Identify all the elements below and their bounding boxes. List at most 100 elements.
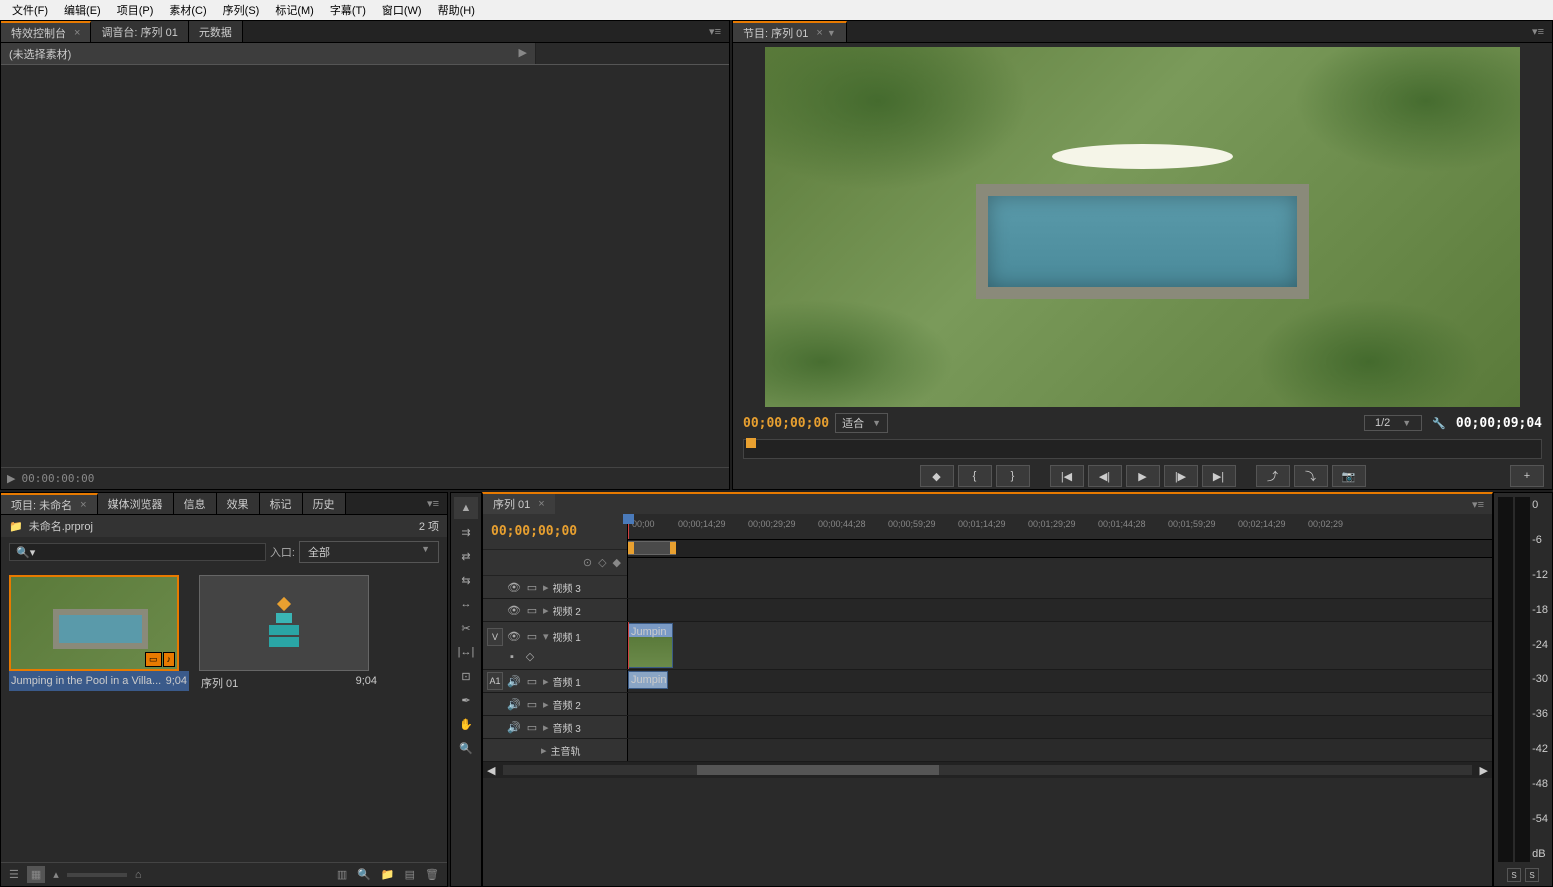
speaker-icon[interactable]: 🔊 xyxy=(507,674,521,688)
tab-history[interactable]: 历史 xyxy=(303,493,346,514)
zoom-bar[interactable] xyxy=(628,540,1492,558)
solo-left-button[interactable]: S xyxy=(1507,868,1521,882)
resolution-dropdown[interactable]: 1/2 ▼ xyxy=(1364,415,1422,431)
zoom-fit-dropdown[interactable]: 适合 ▼ xyxy=(835,413,888,433)
track-header-a2[interactable]: 🔊 ▭ ▸ 音频 2 xyxy=(483,693,628,715)
lock-icon[interactable]: ▭ xyxy=(525,603,539,617)
new-item-icon[interactable]: ▤ xyxy=(403,866,417,883)
lift-button[interactable]: ⤴ xyxy=(1256,465,1290,487)
track-header-a3[interactable]: 🔊 ▭ ▸ 音频 3 xyxy=(483,716,628,738)
razor-tool[interactable]: ✂ xyxy=(454,617,478,639)
expand-icon[interactable]: ▸ xyxy=(543,698,549,711)
tab-program[interactable]: 节目: 序列 01 × ▼ xyxy=(733,21,847,42)
step-back-button[interactable]: ◀| xyxy=(1088,465,1122,487)
track-header-v3[interactable]: 👁 ▭ ▸ 视频 3 xyxy=(483,576,628,598)
a1-target[interactable]: A1 xyxy=(487,672,503,690)
track-header-v2[interactable]: 👁 ▭ ▸ 视频 2 xyxy=(483,599,628,621)
scroll-thumb[interactable] xyxy=(697,765,939,775)
mark-out-button[interactable]: } xyxy=(996,465,1030,487)
speaker-icon[interactable]: 🔊 xyxy=(507,720,521,734)
expand-icon[interactable]: ▸ xyxy=(543,675,549,688)
settings-icon[interactable]: 🔧 xyxy=(1428,417,1450,430)
expand-icon[interactable]: ▸ xyxy=(543,581,549,594)
close-icon[interactable]: × xyxy=(538,498,544,510)
lock-icon[interactable]: ▭ xyxy=(525,674,539,688)
expand-icon[interactable]: ▸ xyxy=(543,604,549,617)
lock-icon[interactable]: ▭ xyxy=(525,580,539,594)
play-button[interactable]: ▶ xyxy=(1126,465,1160,487)
bin-thumbnail[interactable]: ▭♪ xyxy=(9,575,179,671)
expand-icon[interactable]: ▸ xyxy=(543,721,549,734)
list-view-icon[interactable]: ☰ xyxy=(7,866,21,883)
playhead[interactable] xyxy=(628,514,629,539)
menu-title[interactable]: 字幕(T) xyxy=(322,0,374,20)
hand-tool[interactable]: ✋ xyxy=(454,713,478,735)
close-icon[interactable]: × xyxy=(816,27,822,39)
track-header-v1[interactable]: V 👁 ▭ ▾ 视频 1 ▪ ◇ xyxy=(483,622,628,669)
go-to-out-button[interactable]: ▶| xyxy=(1202,465,1236,487)
track-master[interactable] xyxy=(628,739,1492,761)
tab-sequence[interactable]: 序列 01 × xyxy=(483,494,555,514)
zoom-out-icon[interactable]: ▴ xyxy=(51,866,61,883)
dropdown-icon[interactable]: ▼ xyxy=(827,28,836,38)
video-clip[interactable]: Jumpin xyxy=(628,623,673,668)
add-marker-button[interactable]: ◆ xyxy=(920,465,954,487)
track-a3[interactable] xyxy=(628,716,1492,738)
button-editor-icon[interactable]: + xyxy=(1510,465,1544,487)
rate-stretch-tool[interactable]: ↔ xyxy=(454,593,478,615)
bin-item-video[interactable]: ▭♪ Jumping in the Pool in a Villa... 9;0… xyxy=(9,575,189,854)
extract-button[interactable]: ⤵ xyxy=(1294,465,1328,487)
rolling-edit-tool[interactable]: ⇆ xyxy=(454,569,478,591)
scroll-right-icon[interactable]: ▶ xyxy=(1480,764,1488,777)
keyframe-icon[interactable]: ▪ xyxy=(505,650,519,664)
track-header-master[interactable]: ▸ 主音轨 xyxy=(483,739,628,761)
track-select-tool[interactable]: ⇉ xyxy=(454,521,478,543)
selection-tool[interactable]: ▲ xyxy=(454,497,478,519)
menu-project[interactable]: 项目(P) xyxy=(109,0,162,20)
menu-file[interactable]: 文件(F) xyxy=(4,0,56,20)
ripple-edit-tool[interactable]: ⇄ xyxy=(454,545,478,567)
menu-clip[interactable]: 素材(C) xyxy=(161,0,214,20)
tab-info[interactable]: 信息 xyxy=(174,493,217,514)
expand-icon[interactable]: ▾ xyxy=(543,630,549,643)
zoom-tool[interactable]: 🔍 xyxy=(454,737,478,759)
lock-icon[interactable]: ▭ xyxy=(525,697,539,711)
tab-audio-mixer[interactable]: 调音台: 序列 01 xyxy=(91,21,188,42)
bin-item-sequence[interactable]: 序列 01 9;04 xyxy=(199,575,379,854)
v1-target[interactable]: V xyxy=(487,628,503,646)
lock-icon[interactable]: ▭ xyxy=(525,630,539,644)
track-a2[interactable] xyxy=(628,693,1492,715)
panel-menu-icon[interactable]: ▾≡ xyxy=(1524,21,1552,42)
panel-menu-icon[interactable]: ▾≡ xyxy=(701,21,729,42)
track-v1[interactable]: Jumpin xyxy=(628,622,1492,669)
trash-icon[interactable]: 🗑 xyxy=(423,866,441,883)
menu-sequence[interactable]: 序列(S) xyxy=(215,0,268,20)
current-timecode[interactable]: 00;00;00;00 xyxy=(743,416,829,431)
step-forward-button[interactable]: |▶ xyxy=(1164,465,1198,487)
panel-menu-icon[interactable]: ▾≡ xyxy=(1464,494,1492,514)
sync-lock-icon[interactable]: ◆ xyxy=(613,556,621,569)
close-icon[interactable]: × xyxy=(74,27,80,39)
program-viewer[interactable] xyxy=(765,47,1520,407)
track-header-a1[interactable]: A1 🔊 ▭ ▸ 音频 1 xyxy=(483,670,628,692)
pen-tool[interactable]: ✒ xyxy=(454,689,478,711)
slip-tool[interactable]: |↔| xyxy=(454,641,478,663)
zoom-handle[interactable] xyxy=(628,541,676,555)
tab-markers[interactable]: 标记 xyxy=(260,493,303,514)
keyframe-nav-icon[interactable]: ◇ xyxy=(523,650,537,664)
track-a1[interactable]: Jumpin xyxy=(628,670,1492,692)
bin-thumbnail[interactable] xyxy=(199,575,369,671)
eye-icon[interactable]: 👁 xyxy=(507,630,521,644)
audio-clip[interactable]: Jumpin xyxy=(628,671,668,689)
mark-in-button[interactable]: { xyxy=(958,465,992,487)
lock-icon[interactable]: ▭ xyxy=(525,720,539,734)
collapse-icon[interactable]: ▶ xyxy=(519,46,527,61)
go-to-in-button[interactable]: |◀ xyxy=(1050,465,1084,487)
menu-window[interactable]: 窗口(W) xyxy=(374,0,430,20)
snap-icon[interactable]: ⊙ xyxy=(583,556,592,569)
find-icon[interactable]: 🔍 xyxy=(355,866,373,883)
eye-icon[interactable]: 👁 xyxy=(507,580,521,594)
slide-tool[interactable]: ⊡ xyxy=(454,665,478,687)
time-ruler[interactable]: 00;00 00;00;14;29 00;00;29;29 00;00;44;2… xyxy=(628,514,1492,540)
timeline-timecode[interactable]: 00;00;00;00 xyxy=(491,524,577,539)
